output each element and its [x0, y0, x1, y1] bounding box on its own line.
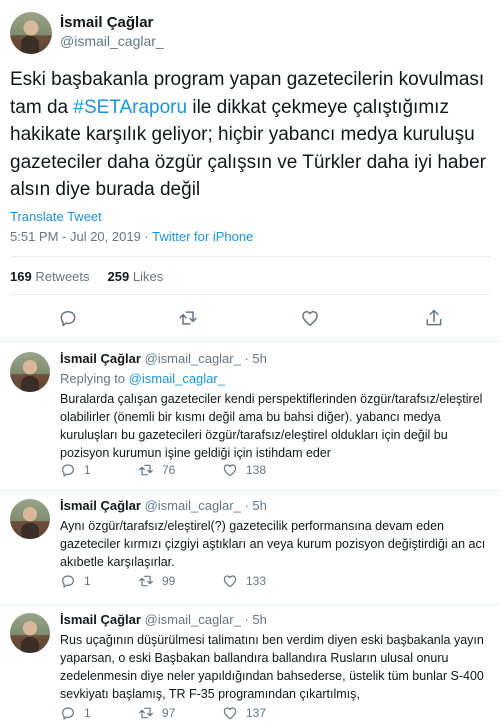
like-icon — [223, 575, 237, 588]
like-icon[interactable] — [300, 308, 320, 328]
divider — [10, 256, 490, 257]
reply-header: İsmail Çağlar @ismail_caglar_ · 5h — [60, 498, 267, 513]
reply-tweet[interactable]: İsmail Çağlar @ismail_caglar_ · 5h Aynı … — [0, 491, 500, 605]
retweets-count[interactable]: 169 — [10, 269, 32, 284]
reply-header: İsmail Çağlar @ismail_caglar_ · 5h — [60, 612, 267, 627]
retweet-count: 76 — [162, 463, 176, 477]
like-count: 133 — [246, 574, 267, 588]
replying-label: Replying to — [60, 371, 126, 386]
translate-tweet-link[interactable]: Translate Tweet — [10, 209, 102, 224]
reply-count: 1 — [84, 574, 91, 588]
reply-author-handle[interactable]: @ismail_caglar_ — [145, 351, 241, 366]
reply-author-name[interactable]: İsmail Çağlar — [60, 351, 141, 366]
reply-text: Buralarda çalışan gazeteciler kendi pers… — [60, 392, 483, 460]
likes-count[interactable]: 259 — [108, 269, 130, 284]
reply-button[interactable]: 1 — [60, 462, 91, 478]
like-button[interactable]: 137 — [222, 705, 266, 721]
like-icon — [223, 464, 237, 477]
retweet-count: 97 — [162, 706, 176, 720]
like-button[interactable]: 133 — [222, 573, 266, 589]
reply-header: İsmail Çağlar @ismail_caglar_ · 5h — [60, 351, 267, 366]
reply-count: 1 — [84, 706, 91, 720]
retweet-button[interactable]: 97 — [138, 705, 175, 721]
reply-time[interactable]: 5h — [252, 612, 266, 627]
reply-actions: 1 76 138 — [60, 462, 320, 480]
reply-actions: 1 99 133 — [60, 573, 320, 591]
like-button[interactable]: 138 — [222, 462, 266, 478]
avatar[interactable] — [10, 12, 52, 54]
avatar[interactable] — [10, 499, 50, 539]
like-count: 138 — [246, 463, 267, 477]
reply-author-handle[interactable]: @ismail_caglar_ — [145, 498, 241, 513]
tweet-stats: 169 Retweets 259 Likes — [10, 269, 163, 284]
source-link[interactable]: Twitter for iPhone — [152, 229, 253, 244]
divider — [0, 341, 500, 342]
reply-text: Aynı özgür/tarafsız/eleştirel(?) gazetec… — [60, 519, 486, 569]
reply-text: Rus uçağının düşürülmesi talimatını ben … — [60, 633, 484, 701]
timestamp[interactable]: 5:51 PM - Jul 20, 2019 — [10, 229, 141, 244]
retweet-icon — [139, 464, 153, 476]
retweet-icon — [139, 575, 153, 587]
avatar[interactable] — [10, 613, 50, 653]
reply-icon — [62, 707, 74, 720]
tweet-meta: 5:51 PM - Jul 20, 2019 · Twitter for iPh… — [10, 229, 253, 244]
reply-icon — [62, 464, 74, 477]
hashtag-link[interactable]: #SETAraporu — [73, 97, 187, 118]
retweets-label[interactable]: Retweets — [35, 269, 89, 284]
avatar[interactable] — [10, 352, 50, 392]
reply-button[interactable]: 1 — [60, 705, 91, 721]
retweet-count: 99 — [162, 574, 176, 588]
tweet-text: Eski başbakanla program yapan gazetecile… — [10, 66, 490, 204]
main-tweet: İsmail Çağlar @ismail_caglar_ Eski başba… — [0, 0, 500, 342]
author-name[interactable]: İsmail Çağlar — [60, 14, 153, 31]
share-icon[interactable] — [424, 308, 444, 328]
reply-actions: 1 97 137 — [60, 705, 320, 723]
reply-author-name[interactable]: İsmail Çağlar — [60, 612, 141, 627]
meta-separator: · — [140, 229, 153, 244]
retweet-button[interactable]: 99 — [138, 573, 175, 589]
reply-tweet[interactable]: İsmail Çağlar @ismail_caglar_ · 5h Reply… — [0, 344, 500, 491]
reply-time[interactable]: 5h — [252, 498, 266, 513]
replying-to: Replying to @ismail_caglar_ — [60, 371, 225, 386]
likes-label[interactable]: Likes — [133, 269, 163, 284]
like-count: 137 — [246, 706, 267, 720]
retweet-icon[interactable] — [178, 308, 198, 328]
reply-icon — [62, 575, 74, 588]
author-handle[interactable]: @ismail_caglar_ — [60, 33, 164, 49]
reply-author-name[interactable]: İsmail Çağlar — [60, 498, 141, 513]
retweet-icon — [139, 707, 153, 719]
divider — [10, 294, 490, 295]
like-icon — [223, 707, 237, 720]
reply-button[interactable]: 1 — [60, 573, 91, 589]
retweet-button[interactable]: 76 — [138, 462, 175, 478]
reply-tweet[interactable]: İsmail Çağlar @ismail_caglar_ · 5h Rus u… — [0, 605, 500, 728]
tweet-actions — [0, 304, 500, 332]
reply-time[interactable]: 5h — [252, 351, 266, 366]
mention-link[interactable]: @ismail_caglar_ — [129, 371, 225, 386]
reply-author-handle[interactable]: @ismail_caglar_ — [145, 612, 241, 627]
reply-count: 1 — [84, 463, 91, 477]
reply-icon[interactable] — [58, 308, 78, 328]
